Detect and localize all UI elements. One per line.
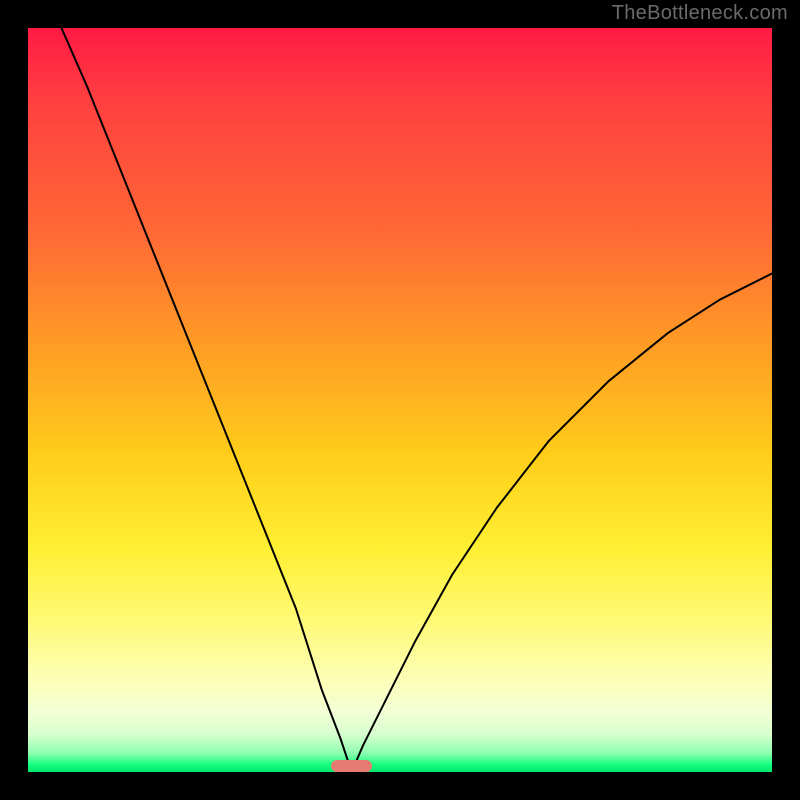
chart-stage: TheBottleneck.com <box>0 0 800 800</box>
watermark-text: TheBottleneck.com <box>612 2 788 25</box>
plot-area <box>28 28 772 772</box>
gradient-background <box>28 28 772 772</box>
